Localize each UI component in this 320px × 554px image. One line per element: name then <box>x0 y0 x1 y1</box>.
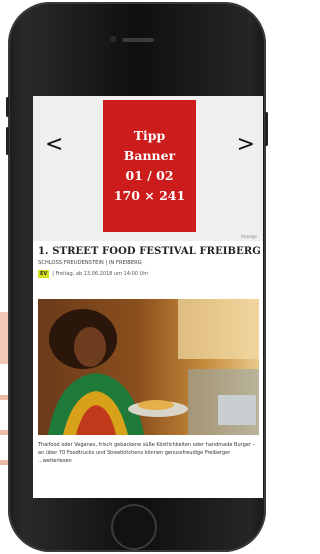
ad-label: Anzeige <box>241 234 257 239</box>
camera-icon <box>110 36 116 42</box>
article-location: SCHLOSS FREUDENSTEIN | IN FREIBERG <box>38 260 142 266</box>
chevron-right-icon[interactable]: > <box>237 134 255 156</box>
power-button <box>265 112 268 146</box>
volume-button <box>6 127 9 155</box>
banner-carousel: < Tipp Banner 01 / 02 170 × 241 > Anzeig… <box>33 96 263 241</box>
banner-line: Banner <box>123 148 176 163</box>
phone-screen: < Tipp Banner 01 / 02 170 × 241 > Anzeig… <box>33 96 263 498</box>
banner-line: Tipp <box>133 128 166 143</box>
article-title[interactable]: 1. STREET FOOD FESTIVAL FREIBERG <box>38 246 261 257</box>
article-description: Thaifood oder Veganes, frisch gebackene … <box>38 442 256 464</box>
banner-line: 170 × 241 <box>113 188 186 203</box>
article-card[interactable]: 1. STREET FOOD FESTIVAL FREIBERG SCHLOSS… <box>33 246 263 464</box>
home-button[interactable] <box>111 504 157 550</box>
speaker-grille <box>122 38 154 42</box>
volume-button <box>6 97 9 117</box>
chevron-left-icon[interactable]: < <box>45 134 63 156</box>
article-photo[interactable] <box>38 299 259 435</box>
event-badge: EV <box>38 270 50 278</box>
tipp-banner[interactable]: Tipp Banner 01 / 02 170 × 241 <box>103 100 196 232</box>
article-photo-image <box>38 299 259 435</box>
article-date: | Freitag, ab 13.06.2018 um 14:00 Uhr <box>52 271 149 277</box>
article-meta: EV | Freitag, ab 13.06.2018 um 14:00 Uhr <box>38 270 258 278</box>
banner-line: 01 / 02 <box>125 168 174 183</box>
